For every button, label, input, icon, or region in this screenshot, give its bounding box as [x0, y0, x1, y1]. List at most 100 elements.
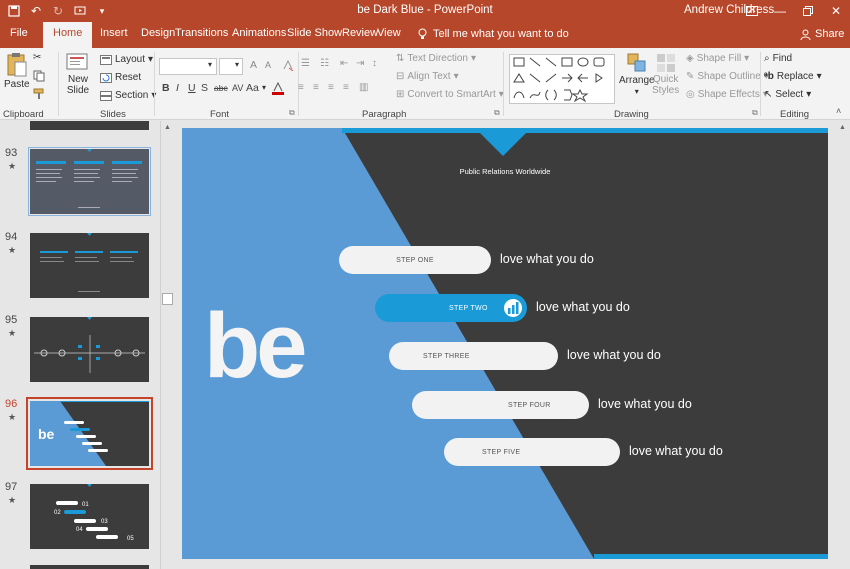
- layout-button[interactable]: Layout ▾: [100, 54, 153, 65]
- paragraph-dialog-launcher-icon[interactable]: ⧉: [494, 108, 500, 118]
- replace-label: Replace: [776, 71, 814, 82]
- strikethrough-button[interactable]: S: [201, 82, 208, 94]
- convert-smartart-button[interactable]: ⊞ Convert to SmartArt ▾: [396, 89, 504, 100]
- replace-button[interactable]: ᵃb Replace ▾: [764, 71, 822, 82]
- tab-design[interactable]: Design: [141, 27, 175, 39]
- bold-button[interactable]: B: [162, 82, 170, 94]
- copy-icon[interactable]: [33, 70, 45, 82]
- slide-thumbnail-94[interactable]: [30, 233, 149, 298]
- change-case-dropdown-icon[interactable]: ▾: [262, 83, 266, 92]
- numbering-icon[interactable]: ☷: [320, 58, 329, 69]
- tab-view[interactable]: View: [377, 27, 401, 39]
- slide-thumbnail-93[interactable]: [28, 147, 151, 216]
- slide-thumbnail-96[interactable]: be: [26, 397, 153, 470]
- increase-font-button[interactable]: A: [250, 59, 257, 71]
- justify-icon[interactable]: ≡: [343, 82, 349, 93]
- line-spacing-icon[interactable]: ↕: [372, 58, 377, 69]
- tab-home[interactable]: Home: [43, 22, 93, 48]
- thumbnail-step-number: 01: [82, 502, 89, 508]
- animation-star-icon: ★: [8, 161, 17, 171]
- columns-icon[interactable]: ▥: [359, 82, 368, 93]
- align-center-icon[interactable]: ≡: [313, 82, 319, 93]
- current-slide[interactable]: Public Relations Worldwide be STEP ONE l…: [182, 128, 828, 559]
- font-color-button[interactable]: [272, 82, 284, 95]
- dropdown-arrow-icon: ▾: [816, 71, 822, 82]
- slide-thumbnail-97[interactable]: 01 02 03 04 05: [30, 484, 149, 549]
- bullets-icon[interactable]: ☰: [301, 58, 310, 69]
- shape-fill-label: Shape Fill: [696, 53, 742, 64]
- align-right-icon[interactable]: ≡: [328, 82, 334, 93]
- font-size-combo[interactable]: [219, 58, 243, 75]
- tab-file[interactable]: File: [10, 27, 28, 39]
- cut-icon[interactable]: ✂: [33, 52, 41, 63]
- tab-animations[interactable]: Animations: [232, 27, 286, 39]
- shapes-gallery[interactable]: [509, 54, 615, 104]
- slide-thumbnail-95[interactable]: [30, 317, 149, 382]
- slide-thumbnail-98[interactable]: [30, 565, 149, 569]
- character-spacing-button[interactable]: AV: [232, 83, 243, 93]
- dropdown-arrow-icon: ▾: [634, 87, 639, 96]
- arrange-icon: [627, 53, 646, 72]
- close-icon[interactable]: ✕: [822, 0, 850, 22]
- align-left-icon[interactable]: ≡: [298, 82, 304, 93]
- thumbnail-preview: [40, 233, 138, 292]
- tab-slide-show[interactable]: Slide Show: [287, 27, 342, 39]
- tab-review[interactable]: Review: [342, 27, 378, 39]
- restore-icon[interactable]: [794, 0, 822, 22]
- select-label: Select: [775, 89, 804, 100]
- italic-button[interactable]: I: [176, 82, 179, 94]
- thumbnail-scrollbar[interactable]: ▲: [160, 121, 174, 569]
- layout-icon: [100, 54, 112, 65]
- increase-indent-icon[interactable]: ⇥: [356, 58, 364, 69]
- scroll-up-icon[interactable]: ▲: [164, 124, 171, 131]
- drawing-dialog-launcher-icon[interactable]: ⧉: [752, 108, 758, 118]
- scrollbar-thumb[interactable]: [162, 293, 173, 305]
- decrease-indent-icon[interactable]: ⇤: [340, 58, 348, 69]
- reset-icon: [100, 72, 112, 83]
- decrease-font-button[interactable]: A: [265, 60, 271, 70]
- tell-me-box[interactable]: Tell me what you want to do: [418, 28, 569, 40]
- slide-thumbnail-pane[interactable]: 93 ★ 94 ★ 95 ★ 96 ★ be 97 ★ 01 02 03 04 …: [0, 121, 160, 569]
- new-slide-button[interactable]: New Slide: [66, 52, 90, 96]
- paste-label: Paste: [4, 79, 30, 90]
- select-button[interactable]: ↖ Select ▾: [764, 89, 811, 100]
- font-size-dropdown-icon[interactable]: ▾: [235, 60, 239, 69]
- shape-outline-button[interactable]: ✎ Shape Outline ▾: [686, 71, 769, 82]
- text-direction-button[interactable]: ⇅ Text Direction ▾: [396, 53, 476, 64]
- bar-chart-icon: [502, 297, 524, 319]
- step-three-text: love what you do: [567, 348, 661, 362]
- align-text-button[interactable]: ⊟ Align Text ▾: [396, 71, 459, 82]
- shadow-button[interactable]: abc: [214, 83, 228, 93]
- animation-star-icon: ★: [8, 495, 17, 505]
- new-slide-label-2: Slide: [66, 85, 90, 96]
- font-dialog-launcher-icon[interactable]: ⧉: [289, 108, 295, 118]
- tab-transitions[interactable]: Transitions: [175, 27, 228, 39]
- shape-fill-button[interactable]: ◈ Shape Fill ▾: [686, 53, 749, 64]
- section-button[interactable]: Section▾: [100, 90, 156, 101]
- clear-formatting-icon[interactable]: [282, 59, 294, 71]
- underline-button[interactable]: U: [188, 82, 196, 94]
- shape-effects-button[interactable]: ◎ Shape Effects ▾: [686, 89, 768, 100]
- find-button[interactable]: ⌕ Find: [764, 53, 792, 64]
- ribbon-display-options-icon[interactable]: [738, 0, 766, 22]
- format-painter-icon[interactable]: [33, 88, 45, 100]
- paste-button[interactable]: Paste: [4, 52, 30, 90]
- slide-thumbnail-92[interactable]: [30, 121, 149, 130]
- search-icon: ⌕: [764, 53, 770, 64]
- step-four-pill: STEP FOUR: [412, 391, 589, 419]
- change-case-button[interactable]: Aa: [246, 82, 259, 94]
- slide-scrollbar[interactable]: ▲: [836, 121, 850, 569]
- minimize-icon[interactable]: —: [766, 0, 794, 22]
- collapse-ribbon-icon[interactable]: ˄: [836, 106, 841, 116]
- tab-insert[interactable]: Insert: [100, 27, 128, 39]
- share-button[interactable]: Share: [800, 28, 844, 40]
- arrange-button[interactable]: Arrange ▾: [619, 52, 655, 96]
- group-divider: [760, 52, 761, 116]
- person-icon: [800, 29, 811, 40]
- quick-styles-button[interactable]: Quick Styles: [652, 52, 679, 96]
- ribbon-tabs: File Home Insert Design Transitions Anim…: [0, 22, 850, 48]
- font-name-dropdown-icon[interactable]: ▾: [208, 60, 212, 69]
- reset-button[interactable]: Reset: [100, 72, 141, 83]
- scroll-up-icon[interactable]: ▲: [839, 124, 846, 131]
- group-divider: [503, 52, 504, 116]
